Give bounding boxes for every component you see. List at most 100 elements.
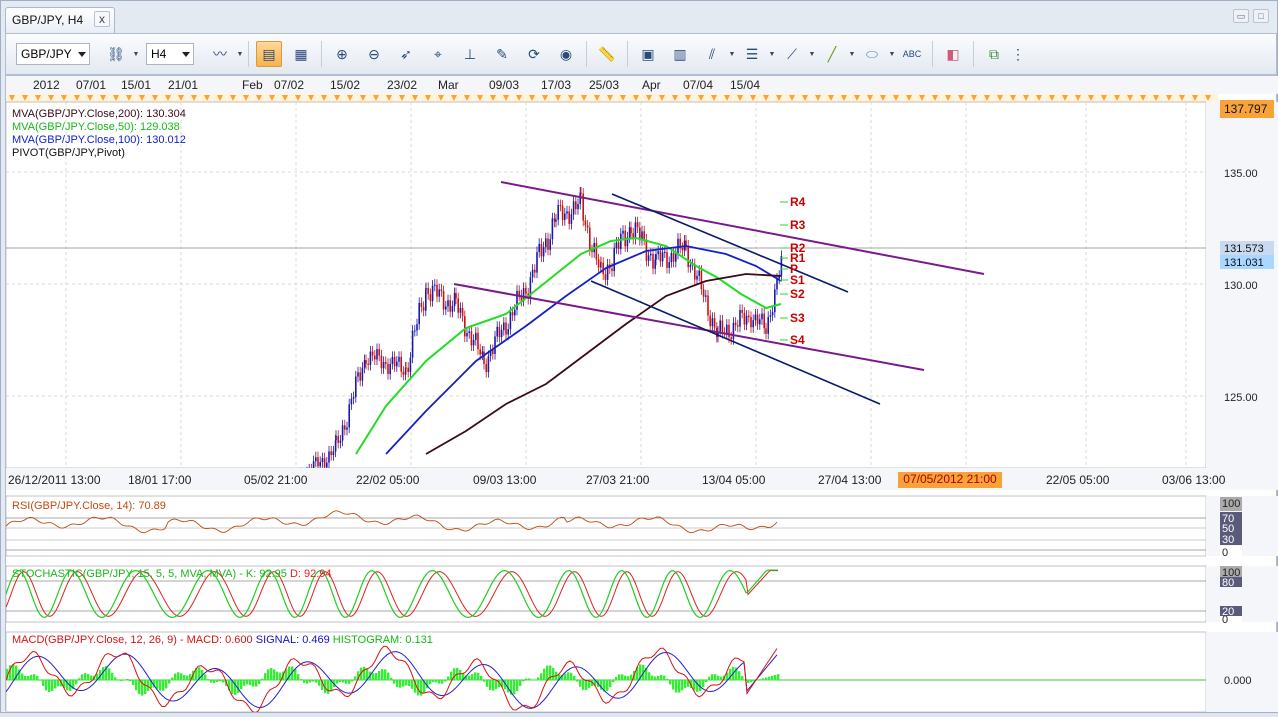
chevron-down-icon[interactable]: ▼: [768, 41, 776, 67]
macd-histogram-bar: [474, 672, 477, 681]
candle-body: [389, 363, 391, 375]
chevron-down-icon: [78, 52, 86, 57]
candle-body: [369, 351, 372, 365]
bottom-time-label: 13/04 05:00: [702, 473, 766, 487]
text-icon[interactable]: ABC: [899, 41, 925, 67]
chevron-down-icon[interactable]: ▼: [808, 41, 816, 67]
macd-text: MACD(GBP/JPY.Close, 12, 26, 9) - MACD: 0…: [12, 634, 253, 646]
zoom-out-icon[interactable]: ⊖: [361, 41, 387, 67]
symbol-select[interactable]: GBP/JPY: [16, 43, 90, 65]
main-plot[interactable]: [5, 101, 1207, 469]
bottom-time-label: 22/05 05:00: [1046, 473, 1110, 487]
macd-histogram-bar: [264, 673, 267, 681]
macd-histogram-bar: [615, 676, 618, 681]
candle-body: [600, 262, 602, 264]
candle-body: [380, 355, 383, 369]
chevron-down-icon[interactable]: ▼: [848, 41, 856, 67]
horizontal-line-icon[interactable]: ☰: [739, 41, 765, 67]
macd-histogram-bar: [750, 680, 753, 683]
macd-histogram-bar: [399, 680, 402, 688]
ruler-icon[interactable]: 📏: [594, 41, 620, 67]
picture-icon[interactable]: ▣: [635, 41, 661, 67]
macd-histogram-bar: [543, 668, 546, 681]
macd-histogram-bar: [495, 680, 498, 689]
chart-area[interactable]: 2012 07/01 15/01 21/01 Feb 07/02 15/02 23/02 Mar…: [5, 75, 1278, 714]
chevron-down-icon[interactable]: ▼: [728, 41, 736, 67]
macd-histogram-bar: [204, 674, 207, 681]
macd-histogram-bar: [534, 679, 537, 681]
chevron-down-icon[interactable]: ▼: [132, 41, 140, 67]
chevron-down-icon[interactable]: ▼: [888, 41, 896, 67]
candle-body: [670, 252, 673, 263]
macd-histogram-bar: [213, 680, 216, 684]
cursor-icon[interactable]: ➶: [393, 41, 419, 67]
candle-body: [709, 315, 711, 327]
macd-histogram-bar: [117, 680, 120, 681]
ellipse-icon[interactable]: ⬭: [859, 41, 885, 67]
macd-histogram-bar: [162, 680, 165, 691]
candle-body: [613, 248, 615, 272]
link-icon[interactable]: ⛓: [103, 41, 129, 67]
candle-body: [647, 255, 650, 261]
pivot-label: R4: [790, 195, 806, 209]
candle-body: [411, 330, 414, 358]
candle-body: [748, 315, 750, 318]
candle-body: [315, 457, 317, 462]
template-icon[interactable]: ▥: [667, 41, 693, 67]
macd-histogram-bar: [342, 680, 345, 683]
candle-body: [572, 201, 575, 215]
candle-body: [487, 356, 490, 373]
zoom-in-icon[interactable]: ⊕: [329, 41, 355, 67]
bottom-time-label: 26/12/2011 13:00: [8, 473, 101, 487]
macd-histogram-bar: [411, 680, 414, 689]
chart-style-icon[interactable]: 〰: [207, 41, 233, 67]
chart-canvas[interactable]: 2012 07/01 15/01 21/01 Feb 07/02 15/02 23/02 Mar…: [5, 76, 1278, 714]
candle-body: [643, 231, 645, 240]
candle-body: [466, 333, 468, 337]
eraser-icon[interactable]: ◧: [940, 41, 966, 67]
rsi-axis-label: 100: [1222, 498, 1240, 510]
tree-icon[interactable]: ⧉: [981, 41, 1007, 67]
candle-body: [774, 289, 776, 313]
candle-body: [666, 251, 668, 268]
chevron-down-icon[interactable]: ▼: [236, 41, 244, 67]
rsi-panel[interactable]: [5, 495, 1207, 557]
macd-histogram-bar: [567, 672, 570, 681]
candle-body: [498, 326, 501, 338]
candle-body: [332, 451, 335, 456]
macd-histogram-bar: [120, 680, 123, 682]
candle-body: [580, 192, 582, 194]
macd-histogram-bar: [258, 680, 261, 685]
fibonacci-icon[interactable]: ⟋: [779, 41, 805, 67]
candle-body: [407, 367, 409, 372]
maximize-icon[interactable]: □: [1253, 9, 1269, 23]
toolbar-overflow-icon[interactable]: ⋮: [1011, 41, 1025, 67]
trendline-icon[interactable]: ╱: [819, 41, 845, 67]
candle-body: [634, 222, 637, 239]
bottom-time-label: 27/04 13:00: [818, 473, 882, 487]
macd-histogram-bar: [252, 680, 255, 687]
macd-histogram-bar: [165, 680, 168, 689]
line-tools-icon[interactable]: ⫽: [699, 41, 725, 67]
sync-icon[interactable]: ⟳: [521, 41, 547, 67]
macd-histogram-bar: [135, 680, 138, 691]
macd-histogram-bar: [183, 675, 186, 681]
restore-icon[interactable]: ▭: [1233, 9, 1249, 23]
globe-icon[interactable]: ◉: [553, 41, 579, 67]
crosshair-icon[interactable]: ⌖: [425, 41, 451, 67]
top-time-label: 2012: [33, 78, 60, 92]
close-tab-icon[interactable]: x: [94, 11, 110, 27]
candle-body: [422, 306, 425, 311]
candle-icon[interactable]: ▤: [256, 41, 282, 67]
chart-tab[interactable]: GBP/JPY, H4 x: [5, 7, 115, 33]
candle-body: [429, 294, 432, 302]
candle-body: [568, 211, 570, 224]
top-time-label: 07/04: [683, 78, 713, 92]
indicator-icon[interactable]: ⊥: [457, 41, 483, 67]
candle-body: [575, 201, 577, 210]
table-icon[interactable]: ▦: [288, 41, 314, 67]
candle-body: [538, 243, 540, 253]
macd-histogram-bar: [90, 675, 93, 681]
edit-icon[interactable]: ✎: [489, 41, 515, 67]
timeframe-select[interactable]: H4: [146, 43, 194, 65]
